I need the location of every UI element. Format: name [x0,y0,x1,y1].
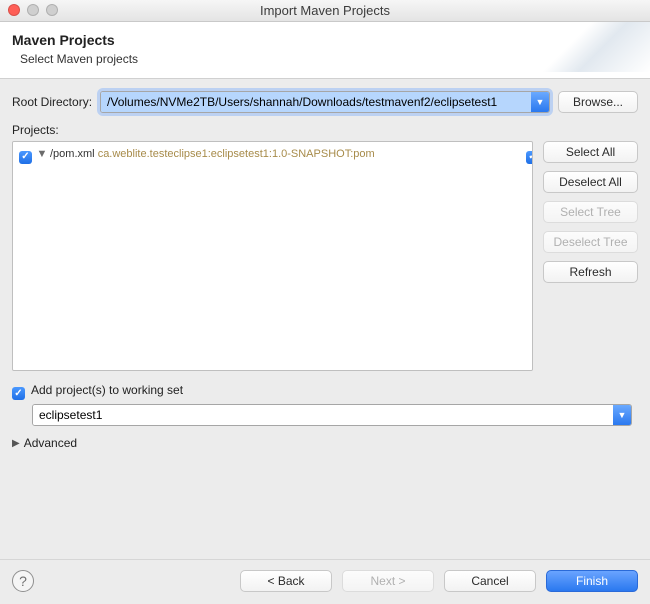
window-title: Import Maven Projects [0,3,650,18]
advanced-toggle[interactable]: ▶ Advanced [12,436,638,450]
root-directory-combo[interactable]: ▼ [100,91,550,113]
wizard-footer: ? < Back Next > Cancel Finish [0,559,650,604]
checkbox-icon [12,387,25,400]
refresh-button[interactable]: Refresh [543,261,638,283]
working-set-label: Add project(s) to working set [31,383,183,397]
deselect-all-button[interactable]: Deselect All [543,171,638,193]
projects-label: Projects: [12,123,638,137]
working-set-row: Add project(s) to working set ▼ [12,383,638,426]
wizard-header: Maven Projects Select Maven projects [0,22,650,79]
disclosure-triangle-icon[interactable]: ▼ [36,146,48,162]
page-title: Maven Projects [12,32,638,48]
cancel-button[interactable]: Cancel [444,570,536,592]
zoom-icon [46,4,58,16]
disclosure-triangle-icon: ▶ [12,438,20,449]
projects-tree[interactable]: ▼/pom.xml ca.weblite.testeclipse1:eclips… [12,141,533,371]
minimize-icon [27,4,39,16]
working-set-checkbox[interactable]: Add project(s) to working set [12,383,183,397]
root-directory-label: Root Directory: [12,95,92,109]
window-controls [8,4,58,16]
checkbox-icon[interactable] [19,151,32,164]
project-coordinates: ca.weblite.testeclipse1:eclipsetest1:1.0… [98,148,375,160]
wizard-body: Root Directory: ▼ Browse... Projects: ▼/… [0,79,650,462]
deselect-tree-button: Deselect Tree [543,231,638,253]
footer-buttons: < Back Next > Cancel Finish [240,570,638,592]
project-row[interactable]: ▼/pom.xml ca.weblite.testeclipse1:eclips… [19,146,526,164]
advanced-label: Advanced [24,436,77,450]
checkbox-icon[interactable] [526,151,533,164]
browse-button[interactable]: Browse... [558,91,638,113]
projects-area: ▼/pom.xml ca.weblite.testeclipse1:eclips… [12,141,638,371]
root-directory-row: Root Directory: ▼ Browse... [12,91,638,113]
page-subtitle: Select Maven projects [20,52,638,66]
chevron-down-icon[interactable]: ▼ [531,92,549,112]
close-icon[interactable] [8,4,20,16]
project-row[interactable]: common/pom.xml ca.weblite.testeclipse1:e… [526,146,533,164]
projects-side-buttons: Select All Deselect All Select Tree Dese… [543,141,638,371]
window-titlebar: Import Maven Projects [0,0,650,22]
select-all-button[interactable]: Select All [543,141,638,163]
next-button: Next > [342,570,434,592]
help-icon[interactable]: ? [12,570,34,592]
project-file: /pom.xml [50,148,98,160]
select-tree-button: Select Tree [543,201,638,223]
finish-button[interactable]: Finish [546,570,638,592]
root-directory-input[interactable] [101,92,531,112]
working-set-input[interactable] [33,405,613,425]
working-set-combo[interactable]: ▼ [32,404,632,426]
chevron-down-icon[interactable]: ▼ [613,405,631,425]
back-button[interactable]: < Back [240,570,332,592]
